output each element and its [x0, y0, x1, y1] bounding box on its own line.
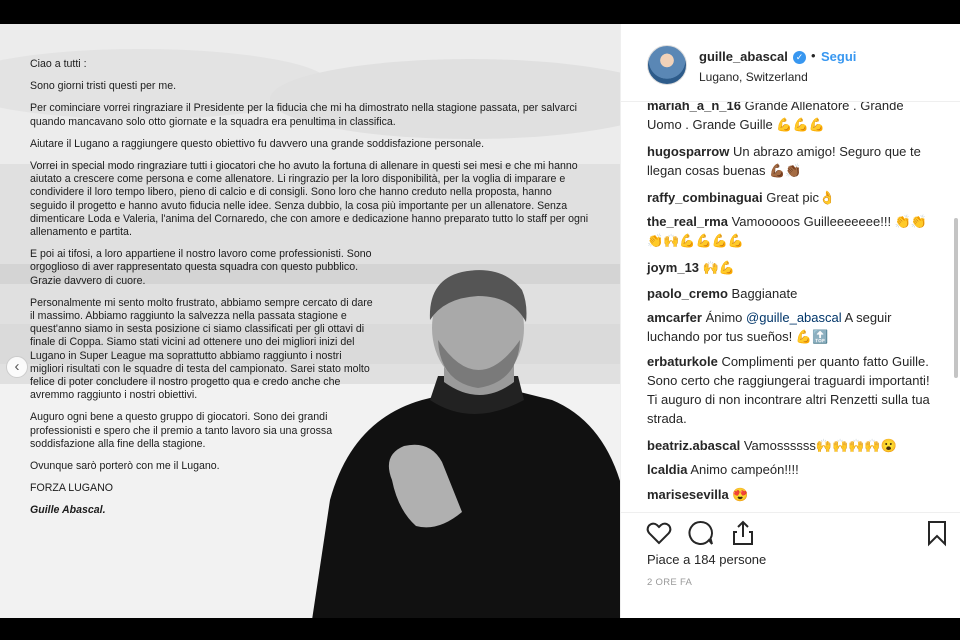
comment: amcarfer Ánimo @guille_abascal A seguir … [647, 308, 937, 346]
comment-username[interactable]: amcarfer [647, 310, 702, 325]
post-image[interactable]: Ciao a tutti : Sono giorni tristi questi… [0, 24, 620, 618]
comment: marisesevilla 😍 [647, 485, 937, 504]
comment-username[interactable]: beatriz.abascal [647, 438, 740, 453]
speech-bubble-icon[interactable] [687, 519, 715, 547]
follow-button[interactable]: Segui [821, 49, 856, 64]
bookmark-icon[interactable] [923, 519, 951, 547]
comment-text: 🙌💪 [702, 260, 736, 275]
comment-username[interactable]: erbaturkole [647, 354, 718, 369]
likes-count[interactable]: Piace a 184 persone [647, 552, 766, 567]
top-black-bar [0, 0, 960, 24]
comments-list[interactable]: mariah_a_n_16 Grande Allenatore . Grande… [621, 102, 960, 512]
comment-username[interactable]: paolo_cremo [647, 286, 728, 301]
mention-link[interactable]: @guille_abascal [746, 310, 842, 325]
comment-text: 😍 [732, 487, 749, 502]
share-icon[interactable] [729, 519, 757, 547]
letter-paragraph: Aiutare il Lugano a raggiungere questo o… [30, 137, 485, 150]
comments-scrollbar[interactable] [954, 218, 958, 378]
comment: hugosparrow Un abrazo amigo! Seguro que … [647, 142, 937, 180]
comment-text: Great pic👌 [766, 190, 836, 205]
letter-paragraph: Vorrei in special modo ringraziare tutti… [30, 160, 589, 239]
comment: mariah_a_n_16 Grande Allenatore . Grande… [647, 102, 937, 134]
location-link[interactable]: Lugano, Switzerland [699, 70, 808, 84]
comment: the_real_rma Vamooooos Guilleeeeeee!!! 👏… [647, 212, 937, 250]
comment-username[interactable]: hugosparrow [647, 144, 729, 159]
comment: raffy_combinaguai Great pic👌 [647, 188, 937, 207]
post-timestamp: 2 ORE FA [647, 577, 693, 588]
bottom-black-bar [0, 618, 960, 640]
comment-username[interactable]: raffy_combinaguai [647, 190, 763, 205]
comment-text: Baggianate [731, 286, 798, 301]
comment: paolo_cremo Baggianate [647, 284, 937, 303]
comment-text: Vamossssss🙌🙌🙌🙌😮 [743, 438, 897, 453]
comment-username[interactable]: joym_13 [647, 260, 699, 275]
separator-dot: • [811, 48, 816, 63]
comment-username[interactable]: mariah_a_n_16 [647, 102, 741, 113]
letter-paragraph: Per cominciare vorrei ringraziare il Pre… [30, 102, 578, 128]
action-bar [621, 512, 960, 552]
post-sidebar: guille_abascal ✓ • Segui Lugano, Switzer… [620, 24, 960, 618]
verified-badge-icon: ✓ [793, 51, 806, 64]
heart-icon[interactable] [645, 519, 673, 547]
previous-arrow-icon[interactable]: ‹ [6, 356, 28, 378]
comment-text: Ánimo [705, 310, 747, 325]
avatar[interactable] [647, 45, 687, 85]
comment-username[interactable]: lcaldia [647, 462, 687, 477]
comment: joym_13 🙌💪 [647, 258, 937, 277]
comment-username[interactable]: marisesevilla [647, 487, 729, 502]
comment: lcaldia Animo campeón!!!! [647, 460, 937, 479]
comment-username[interactable]: the_real_rma [647, 214, 728, 229]
person-photo [312, 270, 620, 618]
comment-text: Animo campeón!!!! [690, 462, 799, 477]
comment: beatriz.abascal Vamossssss🙌🙌🙌🙌😮 [647, 436, 937, 455]
post-header: guille_abascal ✓ • Segui Lugano, Switzer… [621, 24, 960, 102]
letter-paragraph: Sono giorni tristi questi per me. [30, 80, 177, 93]
letter-greeting: Ciao a tutti : [30, 58, 87, 70]
comment: erbaturkole Complimenti per quanto fatto… [647, 352, 937, 428]
username-link[interactable]: guille_abascal [699, 49, 788, 64]
